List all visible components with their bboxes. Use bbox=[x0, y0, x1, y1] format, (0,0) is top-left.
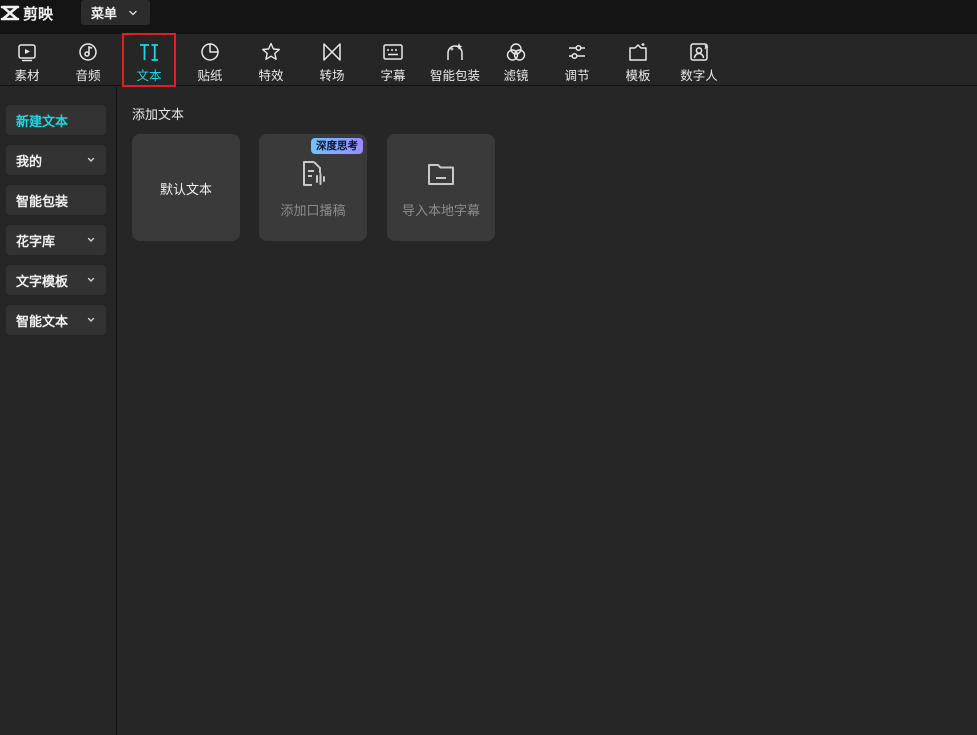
tab-media-label: 素材 bbox=[14, 68, 40, 83]
sidebar-item-label: 我的 bbox=[16, 154, 43, 170]
sidebar-item-label: 智能包装 bbox=[16, 194, 69, 210]
sidebar-item-fancy-text[interactable]: 花字库 bbox=[6, 225, 106, 255]
tab-effects[interactable]: 特效 bbox=[245, 34, 297, 86]
sidebar-item-label: 智能文本 bbox=[16, 314, 69, 330]
tab-media[interactable]: 素材 bbox=[1, 34, 53, 86]
chevron-down-icon bbox=[87, 237, 95, 242]
tab-sticker[interactable]: 贴纸 bbox=[184, 34, 236, 86]
sticker-icon bbox=[201, 43, 219, 61]
chevron-down-icon bbox=[87, 317, 95, 322]
script-mic-icon bbox=[303, 161, 325, 186]
template-icon bbox=[629, 43, 647, 61]
default-text-label: 默认文本 bbox=[159, 183, 212, 198]
tab-template-label: 模板 bbox=[625, 68, 651, 83]
sidebar-item-label: 花字库 bbox=[16, 234, 56, 250]
main-panel: 添加文本 默认文本 深度思考 添加口播稿 导入本地字幕 bbox=[118, 87, 977, 735]
sidebar-item-smart-text[interactable]: 智能文本 bbox=[6, 305, 106, 335]
import-subtitle-card[interactable]: 导入本地字幕 bbox=[387, 134, 495, 241]
smart-package-sparkle-icon bbox=[447, 43, 463, 60]
transition-bowtie-icon bbox=[323, 43, 341, 61]
sidebar-item-text-template[interactable]: 文字模板 bbox=[6, 265, 106, 295]
tab-audio-label: 音频 bbox=[75, 68, 101, 83]
add-script-label: 添加口播稿 bbox=[280, 204, 346, 219]
tab-text[interactable]: 文本 bbox=[122, 33, 176, 87]
tab-smart-package[interactable]: 智能包装 bbox=[428, 34, 482, 86]
effects-star-icon bbox=[262, 42, 280, 60]
tab-adjust[interactable]: 调节 bbox=[551, 34, 603, 86]
filter-circles-icon bbox=[506, 43, 526, 61]
app-name: 剪映 bbox=[23, 4, 54, 23]
app-logo: 剪映 bbox=[0, 2, 53, 24]
digital-human-icon bbox=[690, 43, 709, 61]
media-play-icon bbox=[18, 44, 36, 62]
tab-template[interactable]: 模板 bbox=[612, 34, 664, 86]
import-subtitle-label: 导入本地字幕 bbox=[401, 204, 480, 219]
tab-sticker-label: 贴纸 bbox=[197, 68, 223, 83]
tab-adjust-label: 调节 bbox=[564, 68, 590, 83]
main-toolbar: 素材 音频 文本 贴纸 特效 转场 字幕 智能包装 滤镜 调节 模板 数字人 bbox=[0, 33, 977, 87]
tab-subtitle-label: 字幕 bbox=[380, 68, 406, 83]
tab-digital-human[interactable]: 数字人 bbox=[673, 34, 725, 86]
chevron-down-icon bbox=[129, 10, 137, 15]
sidebar: 新建文本 我的 智能包装 花字库 文字模板 智能文本 bbox=[0, 87, 117, 735]
tab-subtitle[interactable]: 字幕 bbox=[367, 34, 419, 86]
chevron-down-icon bbox=[87, 277, 95, 282]
sidebar-item-mine[interactable]: 我的 bbox=[6, 145, 106, 175]
sidebar-item-label: 文字模板 bbox=[16, 274, 69, 290]
tab-transition[interactable]: 转场 bbox=[306, 34, 358, 86]
tab-digital-human-label: 数字人 bbox=[680, 68, 718, 83]
sidebar-item-label: 新建文本 bbox=[16, 114, 69, 130]
capcut-logo-icon bbox=[0, 5, 20, 21]
tab-effects-label: 特效 bbox=[258, 68, 284, 83]
sidebar-item-smart-package[interactable]: 智能包装 bbox=[6, 185, 106, 215]
section-title: 添加文本 bbox=[132, 108, 185, 123]
title-bar: 剪映 菜单 bbox=[0, 0, 977, 34]
tab-transition-label: 转场 bbox=[319, 68, 345, 83]
add-script-card[interactable]: 深度思考 添加口播稿 bbox=[259, 134, 367, 241]
menu-button[interactable]: 菜单 bbox=[81, 0, 150, 25]
tab-audio[interactable]: 音频 bbox=[62, 34, 114, 86]
chevron-down-icon bbox=[87, 157, 95, 162]
tab-smart-package-label: 智能包装 bbox=[429, 68, 480, 83]
default-text-card[interactable]: 默认文本 bbox=[132, 134, 240, 241]
subtitle-keyboard-icon bbox=[383, 44, 403, 60]
tab-filter-label: 滤镜 bbox=[503, 68, 529, 83]
audio-disc-icon bbox=[79, 43, 97, 61]
menu-label: 菜单 bbox=[91, 7, 118, 22]
adjust-sliders-icon bbox=[569, 44, 585, 60]
tab-text-label: 文本 bbox=[136, 68, 162, 83]
tab-filter[interactable]: 滤镜 bbox=[490, 34, 542, 86]
deep-think-badge: 深度思考 bbox=[311, 138, 363, 154]
sidebar-item-new-text[interactable]: 新建文本 bbox=[6, 105, 106, 135]
folder-icon bbox=[428, 164, 454, 185]
text-TI-icon bbox=[140, 44, 158, 61]
